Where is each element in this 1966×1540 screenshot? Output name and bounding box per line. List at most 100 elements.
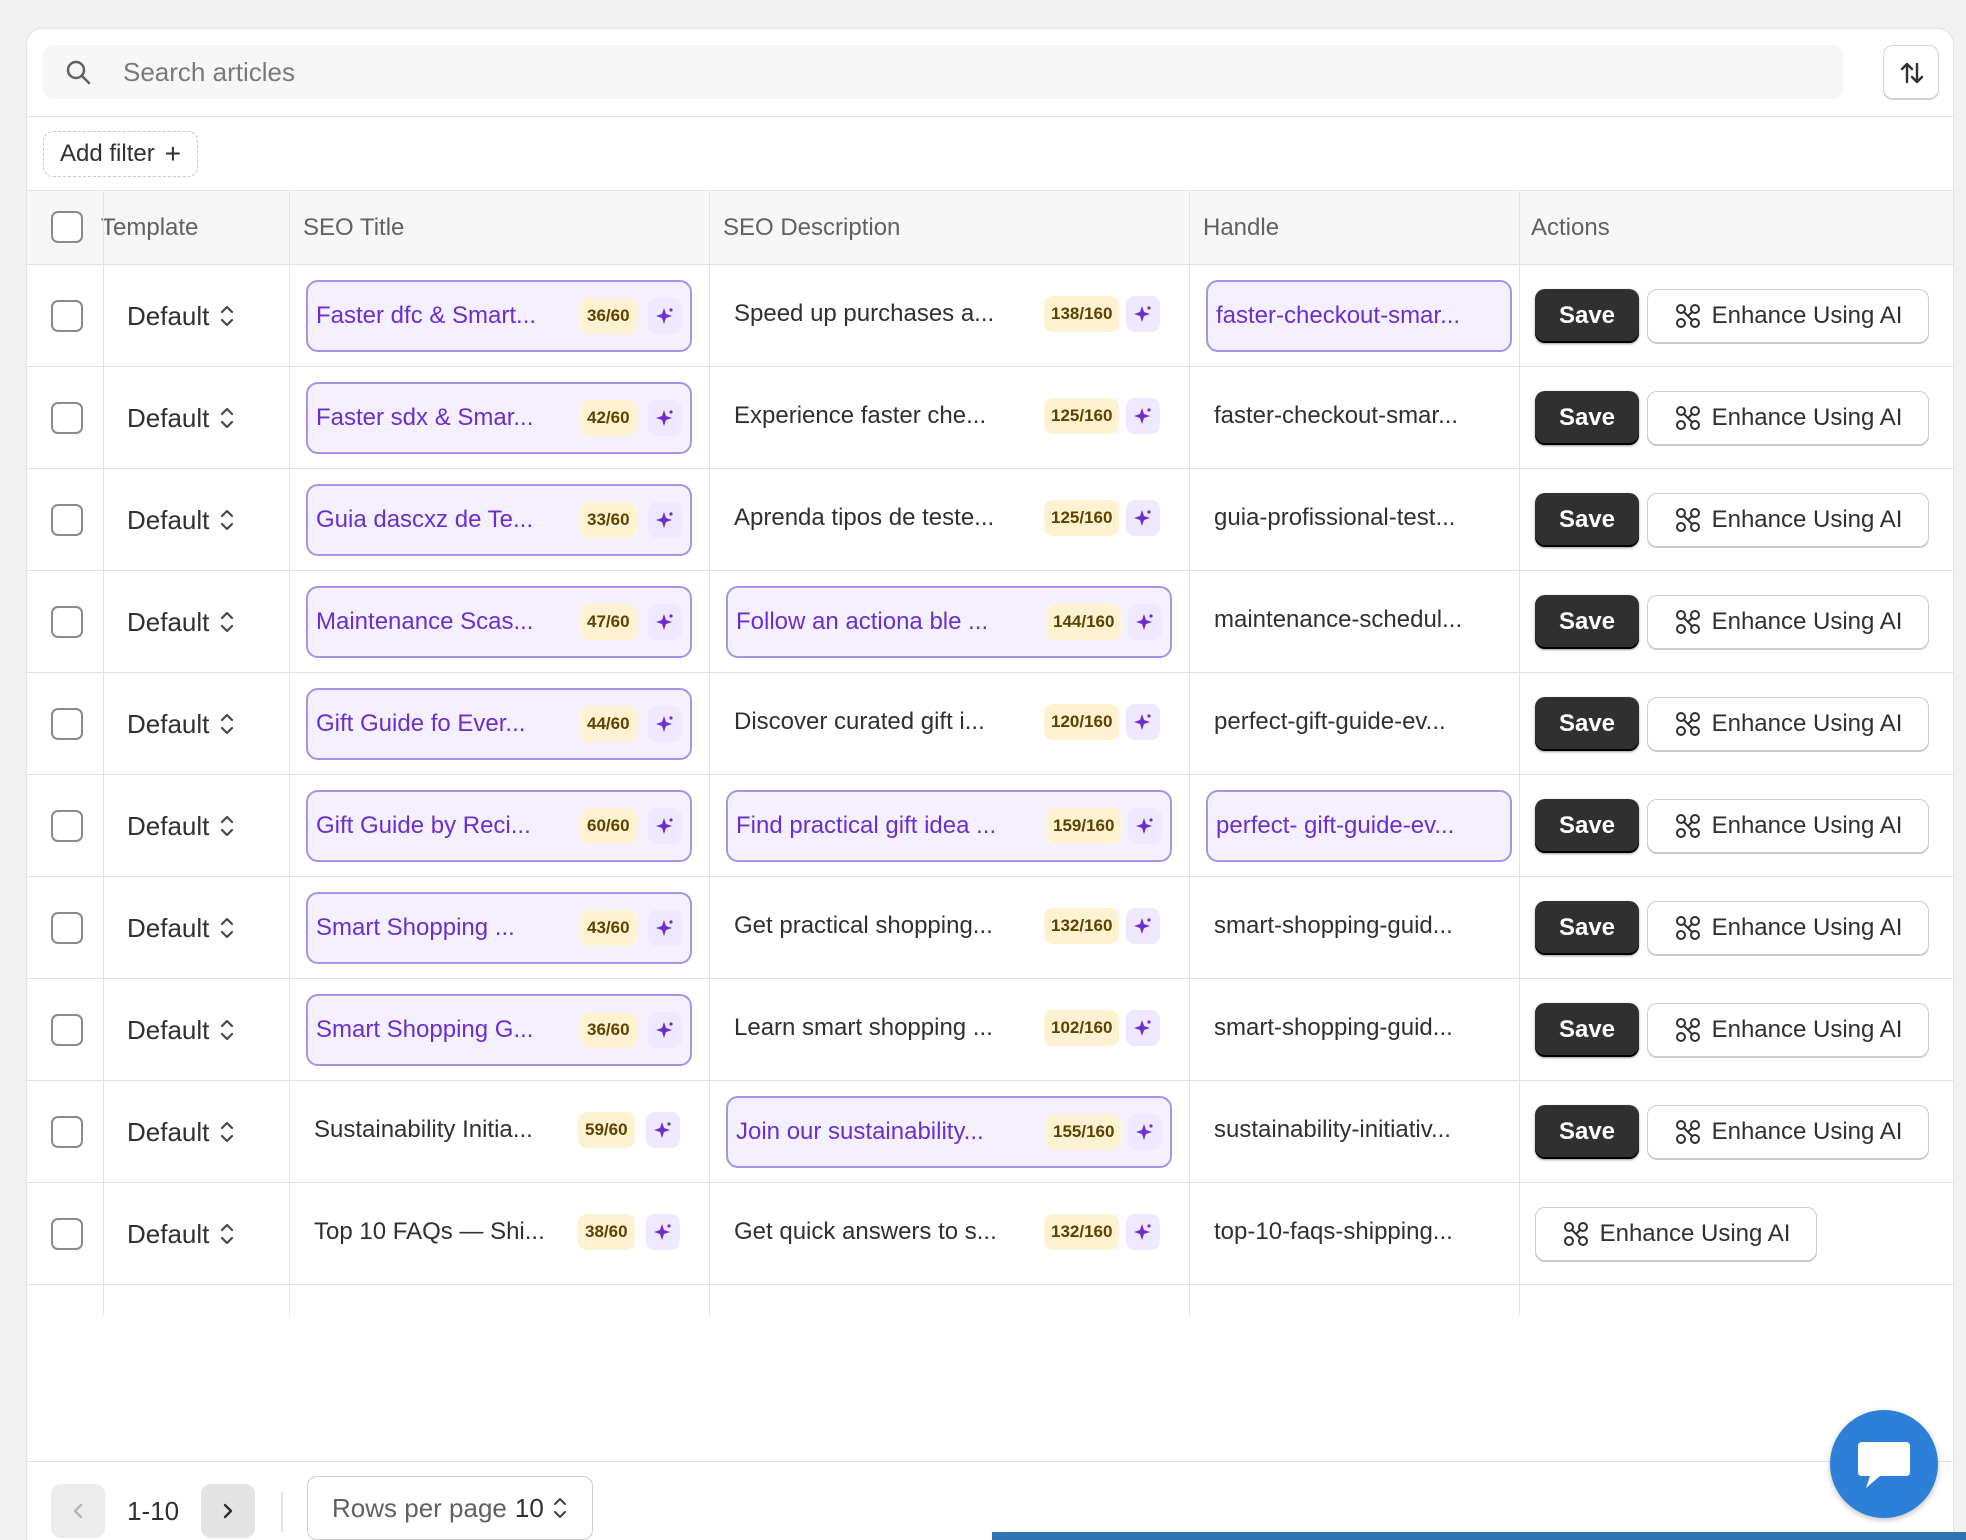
save-button[interactable]: Save bbox=[1535, 391, 1639, 445]
row-checkbox[interactable] bbox=[51, 606, 83, 638]
row-checkbox[interactable] bbox=[51, 1014, 83, 1046]
seo-description-ai-button[interactable] bbox=[1126, 296, 1160, 332]
column-header-seo-description[interactable]: SEO Description bbox=[723, 191, 900, 265]
seo-title-field[interactable]: Maintenance Scas... 47/60 bbox=[306, 586, 692, 658]
seo-title-ai-button[interactable] bbox=[648, 298, 682, 334]
seo-description-ai-button[interactable] bbox=[1126, 908, 1160, 944]
save-button[interactable]: Save bbox=[1535, 901, 1639, 955]
next-page-button[interactable] bbox=[201, 1484, 255, 1538]
seo-description-ai-button[interactable] bbox=[1126, 398, 1160, 434]
seo-title-ai-button[interactable] bbox=[646, 1112, 680, 1148]
row-checkbox[interactable] bbox=[51, 1218, 83, 1250]
handle-field[interactable]: sustainability-initiativ... bbox=[1206, 1096, 1512, 1168]
template-select[interactable]: Default bbox=[127, 571, 235, 673]
column-header-template[interactable]: Template bbox=[101, 191, 198, 265]
seo-title-field[interactable]: Faster sdx & Smar... 42/60 bbox=[306, 382, 692, 454]
seo-title-field[interactable]: Smart Shopping G... 36/60 bbox=[306, 994, 692, 1066]
handle-field[interactable]: perfect- gift-guide-ev... bbox=[1206, 790, 1512, 862]
seo-title-field[interactable]: Gift Guide by Reci... 60/60 bbox=[306, 790, 692, 862]
row-checkbox[interactable] bbox=[51, 708, 83, 740]
seo-title-ai-button[interactable] bbox=[648, 1012, 682, 1048]
template-select[interactable]: Default bbox=[127, 673, 235, 775]
template-select[interactable]: Default bbox=[127, 979, 235, 1081]
seo-title-ai-button[interactable] bbox=[646, 1214, 680, 1250]
enhance-using-ai-button[interactable]: Enhance Using AI bbox=[1647, 1003, 1929, 1057]
seo-description-ai-button[interactable] bbox=[1126, 704, 1160, 740]
seo-description-field[interactable]: Join our sustainability... 155/160 bbox=[726, 1096, 1172, 1168]
save-button[interactable]: Save bbox=[1535, 289, 1639, 343]
seo-description-ai-button[interactable] bbox=[1126, 500, 1160, 536]
seo-title-ai-button[interactable] bbox=[648, 502, 682, 538]
previous-page-button[interactable] bbox=[51, 1484, 105, 1538]
save-button[interactable]: Save bbox=[1535, 799, 1639, 853]
column-header-seo-title[interactable]: SEO Title bbox=[303, 191, 404, 265]
handle-field[interactable]: guia-profissional-test... bbox=[1206, 484, 1512, 556]
handle-field[interactable]: maintenance-schedul... bbox=[1206, 586, 1512, 658]
enhance-using-ai-button[interactable]: Enhance Using AI bbox=[1647, 901, 1929, 955]
row-checkbox[interactable] bbox=[51, 912, 83, 944]
seo-description-field[interactable]: Get practical shopping... 132/160 bbox=[726, 892, 1172, 964]
enhance-using-ai-button[interactable]: Enhance Using AI bbox=[1647, 799, 1929, 853]
enhance-using-ai-button[interactable]: Enhance Using AI bbox=[1647, 595, 1929, 649]
enhance-using-ai-button[interactable]: Enhance Using AI bbox=[1535, 1207, 1817, 1261]
seo-description-field[interactable]: Aprenda tipos de teste... 125/160 bbox=[726, 484, 1172, 556]
seo-description-field[interactable]: Discover curated gift i... 120/160 bbox=[726, 688, 1172, 760]
seo-title-field[interactable]: Gift Guide fo Ever... 44/60 bbox=[306, 688, 692, 760]
row-checkbox[interactable] bbox=[51, 402, 83, 434]
row-checkbox[interactable] bbox=[51, 1116, 83, 1148]
template-select[interactable]: Default bbox=[127, 1183, 235, 1285]
row-checkbox[interactable] bbox=[51, 810, 83, 842]
template-select[interactable]: Default bbox=[127, 877, 235, 979]
template-select[interactable]: Default bbox=[127, 469, 235, 571]
seo-description-ai-button[interactable] bbox=[1128, 1114, 1162, 1150]
seo-description-field[interactable]: Get quick answers to s... 132/160 bbox=[726, 1198, 1172, 1270]
template-select[interactable]: Default bbox=[127, 775, 235, 877]
handle-field[interactable]: faster-checkout-smar... bbox=[1206, 382, 1512, 454]
select-all-checkbox[interactable] bbox=[51, 211, 83, 243]
seo-description-field[interactable]: Find practical gift idea ... 159/160 bbox=[726, 790, 1172, 862]
seo-title-ai-button[interactable] bbox=[648, 910, 682, 946]
search-box[interactable] bbox=[43, 45, 1843, 99]
enhance-using-ai-button[interactable]: Enhance Using AI bbox=[1647, 493, 1929, 547]
seo-title-ai-button[interactable] bbox=[648, 808, 682, 844]
seo-title-ai-button[interactable] bbox=[648, 604, 682, 640]
save-button[interactable]: Save bbox=[1535, 493, 1639, 547]
handle-field[interactable]: perfect-gift-guide-ev... bbox=[1206, 688, 1512, 760]
seo-description-ai-button[interactable] bbox=[1126, 1214, 1160, 1250]
seo-title-field[interactable]: Top 10 FAQs — Shi... 38/60 bbox=[306, 1198, 692, 1270]
seo-description-field[interactable]: Follow an actiona ble ... 144/160 bbox=[726, 586, 1172, 658]
seo-title-ai-button[interactable] bbox=[648, 400, 682, 436]
enhance-using-ai-button[interactable]: Enhance Using AI bbox=[1647, 1105, 1929, 1159]
add-filter-button[interactable]: Add filter + bbox=[43, 131, 199, 177]
seo-title-field[interactable]: Sustainability Initia... 59/60 bbox=[306, 1096, 692, 1168]
column-header-handle[interactable]: Handle bbox=[1203, 191, 1279, 265]
template-select[interactable]: Default bbox=[127, 367, 235, 469]
template-select[interactable]: Default bbox=[127, 1081, 235, 1183]
save-button[interactable]: Save bbox=[1535, 1003, 1639, 1057]
save-button[interactable]: Save bbox=[1535, 595, 1639, 649]
handle-field[interactable]: smart-shopping-guid... bbox=[1206, 994, 1512, 1066]
save-button[interactable]: Save bbox=[1535, 697, 1639, 751]
seo-description-ai-button[interactable] bbox=[1128, 604, 1162, 640]
enhance-using-ai-button[interactable]: Enhance Using AI bbox=[1647, 697, 1929, 751]
seo-title-field[interactable]: Guia dascxz de Te... 33/60 bbox=[306, 484, 692, 556]
sort-button[interactable] bbox=[1883, 45, 1939, 99]
seo-description-field[interactable]: Learn smart shopping ... 102/160 bbox=[726, 994, 1172, 1066]
seo-title-field[interactable]: Faster dfc & Smart... 36/60 bbox=[306, 280, 692, 352]
handle-field[interactable]: faster-checkout-smar... bbox=[1206, 280, 1512, 352]
seo-description-field[interactable]: Speed up purchases a... 138/160 bbox=[726, 280, 1172, 352]
seo-description-field[interactable]: Experience faster che... 125/160 bbox=[726, 382, 1172, 454]
seo-title-ai-button[interactable] bbox=[648, 706, 682, 742]
chat-support-button[interactable] bbox=[1830, 1410, 1938, 1518]
row-checkbox[interactable] bbox=[51, 504, 83, 536]
save-button[interactable]: Save bbox=[1535, 1105, 1639, 1159]
handle-field[interactable]: smart-shopping-guid... bbox=[1206, 892, 1512, 964]
enhance-using-ai-button[interactable]: Enhance Using AI bbox=[1647, 289, 1929, 343]
row-checkbox[interactable] bbox=[51, 300, 83, 332]
seo-description-ai-button[interactable] bbox=[1128, 808, 1162, 844]
template-select[interactable]: Default bbox=[127, 265, 235, 367]
seo-description-ai-button[interactable] bbox=[1126, 1010, 1160, 1046]
search-input[interactable] bbox=[123, 45, 1723, 99]
seo-title-field[interactable]: Smart Shopping ... 43/60 bbox=[306, 892, 692, 964]
rows-per-page-select[interactable]: Rows per page 10 bbox=[307, 1476, 593, 1540]
